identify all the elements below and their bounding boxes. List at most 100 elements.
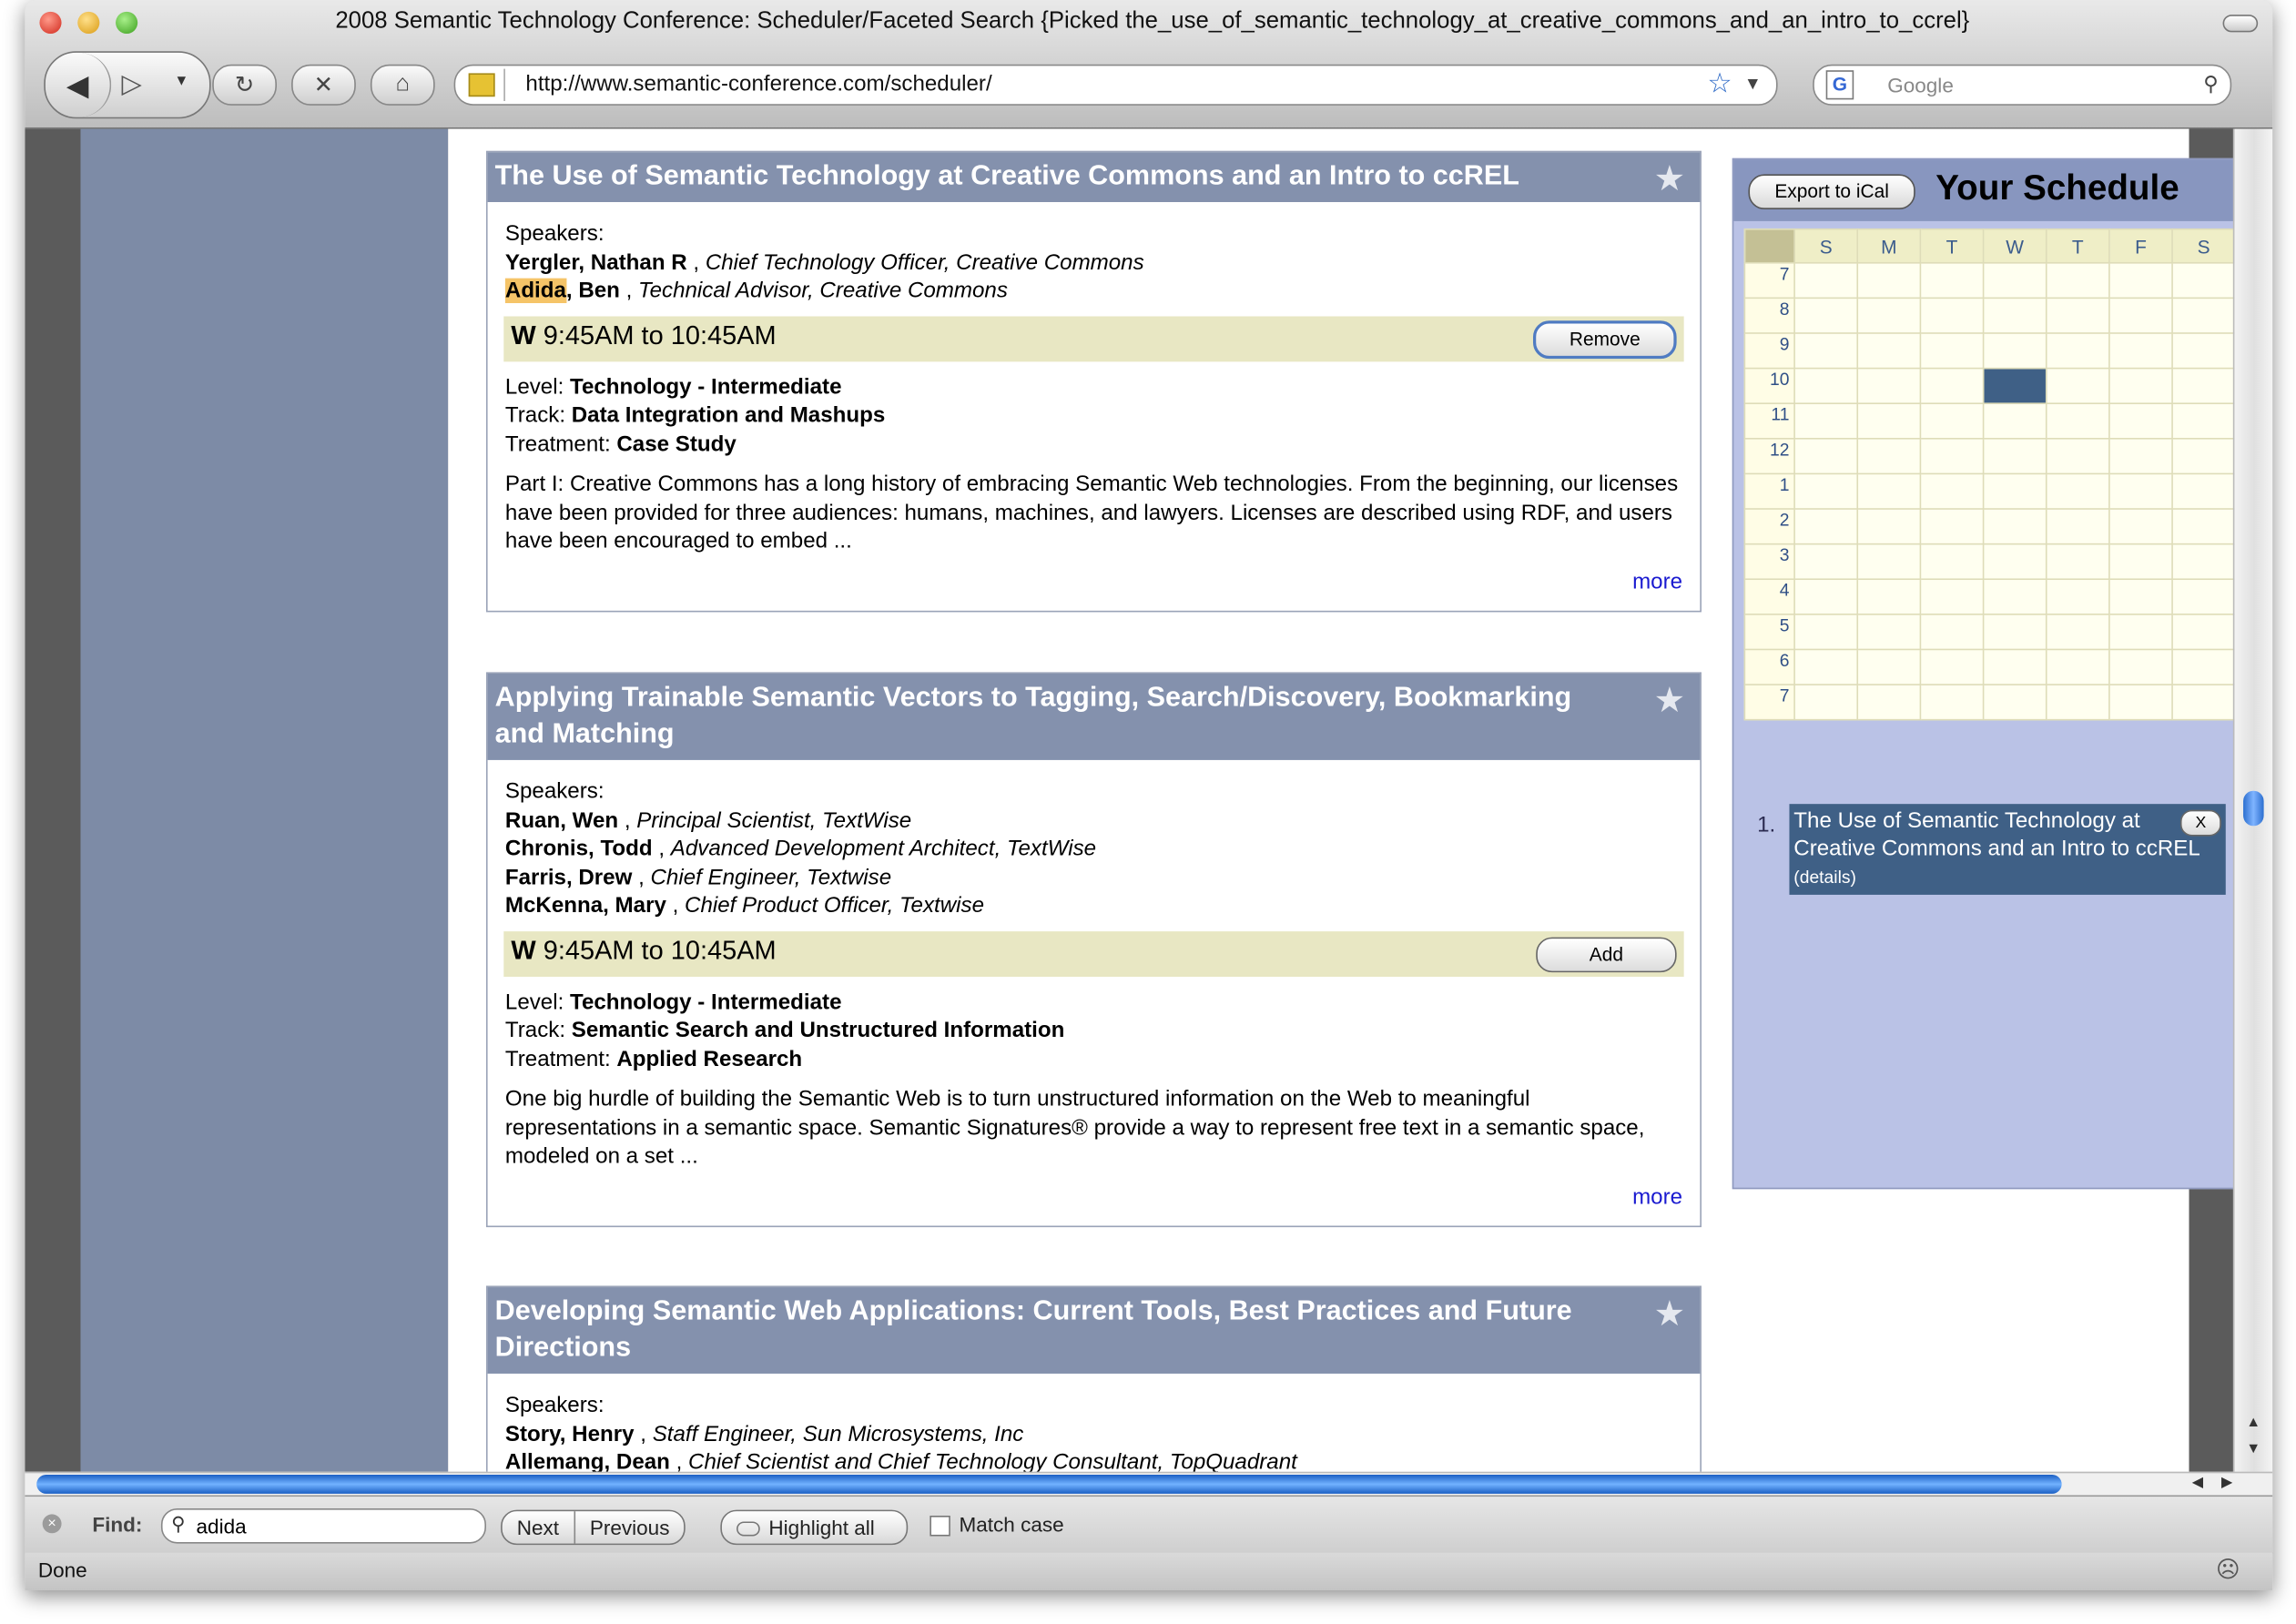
calendar-cell[interactable] (1919, 402, 1985, 440)
calendar-cell[interactable] (1919, 438, 1985, 475)
calendar-cell[interactable] (2108, 578, 2173, 615)
calendar-cell[interactable] (2171, 261, 2237, 299)
calendar-cell[interactable] (2171, 402, 2237, 440)
calendar-cell[interactable] (2171, 578, 2237, 615)
calendar-cell[interactable] (2108, 261, 2173, 299)
calendar-cell[interactable] (1793, 543, 1859, 581)
speaker-name[interactable]: Farris, Drew (505, 865, 632, 889)
vertical-scroll-thumb[interactable] (2243, 790, 2264, 827)
match-case-checkbox[interactable]: Match case (930, 1513, 1064, 1538)
speaker-name[interactable]: McKenna, Mary (505, 893, 666, 918)
calendar-cell[interactable] (1919, 578, 1985, 615)
close-window-button[interactable] (39, 11, 62, 35)
calendar-cell[interactable] (2171, 543, 2237, 581)
calendar-cell[interactable] (1793, 297, 1859, 334)
bookmark-star-icon[interactable]: ☆ (1707, 67, 1732, 101)
calendar-cell[interactable] (1856, 402, 1922, 440)
calendar-cell[interactable] (2045, 543, 2110, 581)
find-input[interactable]: ⚲ adida (160, 1507, 486, 1544)
more-link[interactable]: more (505, 567, 1682, 595)
reload-button[interactable]: ↻ (212, 64, 277, 106)
calendar-cell[interactable] (1982, 297, 2047, 334)
calendar-cell[interactable] (2045, 438, 2110, 475)
scroll-right-arrow-icon[interactable]: ▶ (2221, 1475, 2232, 1491)
calendar-cell[interactable] (1982, 578, 2047, 615)
calendar-cell[interactable] (1919, 614, 1985, 651)
find-query[interactable]: adida (197, 1514, 247, 1538)
calendar-cell[interactable] (2045, 648, 2110, 685)
calendar-cell[interactable] (1919, 472, 1985, 510)
calendar-cell[interactable] (1856, 261, 1922, 299)
calendar-cell[interactable] (1856, 508, 1922, 545)
calendar-cell[interactable] (1793, 614, 1859, 651)
calendar-cell[interactable] (1982, 614, 2047, 651)
find-next-button[interactable]: Next (503, 1511, 574, 1543)
url-text[interactable]: http://www.semantic-conference.com/sched… (525, 72, 991, 96)
forward-button[interactable]: ▷ (121, 69, 141, 100)
calendar-cell[interactable] (2108, 543, 2173, 581)
google-engine-icon[interactable]: G (1825, 70, 1854, 100)
calendar-cell[interactable] (2045, 614, 2110, 651)
calendar-cell[interactable] (1793, 578, 1859, 615)
calendar-cell[interactable] (1856, 332, 1922, 370)
calendar-cell[interactable] (2171, 472, 2237, 510)
calendar-cell[interactable] (1919, 508, 1985, 545)
calendar-cell[interactable] (2171, 332, 2237, 370)
schedule-item-title[interactable]: The Use of Semantic Technology at Creati… (1793, 808, 2199, 861)
speaker-name[interactable]: Ruan, Wen (505, 807, 618, 832)
close-find-bar-icon[interactable]: × (42, 1514, 62, 1534)
calendar-cell[interactable] (2045, 402, 2110, 440)
calendar-cell[interactable] (2108, 508, 2173, 545)
calendar-cell[interactable] (1982, 543, 2047, 581)
calendar-cell[interactable] (2171, 508, 2237, 545)
calendar-cell[interactable] (1982, 438, 2047, 475)
calendar-cell[interactable] (1919, 648, 1985, 685)
calendar-cell[interactable] (1793, 684, 1859, 721)
calendar-cell[interactable] (1793, 402, 1859, 440)
calendar-cell[interactable] (1982, 402, 2047, 440)
calendar-cell[interactable] (1982, 508, 2047, 545)
remove-button[interactable]: Remove (1532, 320, 1677, 359)
calendar-cell[interactable] (1919, 543, 1985, 581)
calendar-cell[interactable] (1856, 614, 1922, 651)
calendar-cell[interactable] (2045, 261, 2110, 299)
calendar-cell[interactable] (2108, 614, 2173, 651)
minimize-window-button[interactable] (77, 11, 100, 35)
calendar-cell[interactable] (1856, 543, 1922, 581)
export-ical-button[interactable]: Export to iCal (1748, 174, 1915, 210)
zoom-window-button[interactable] (116, 11, 138, 35)
horizontal-scroll-thumb[interactable] (36, 1474, 2062, 1494)
session-title-text[interactable]: Developing Semantic Web Applications: Cu… (495, 1296, 1572, 1364)
checkbox-icon[interactable] (930, 1516, 950, 1538)
horizontal-scrollbar[interactable]: ◀ ▶ (25, 1471, 2273, 1496)
address-bar[interactable]: http://www.semantic-conference.com/sched… (453, 64, 1778, 106)
calendar-cell[interactable] (2108, 648, 2173, 685)
favorite-star-icon[interactable]: ★ (1654, 683, 1686, 719)
session-title[interactable]: Applying Trainable Semantic Vectors to T… (487, 674, 1701, 760)
calendar-cell[interactable] (1856, 578, 1922, 615)
calendar-cell[interactable] (2108, 438, 2173, 475)
calendar-cell[interactable] (2108, 297, 2173, 334)
calendar-cell[interactable] (2045, 332, 2110, 370)
calendar-cell[interactable] (1982, 261, 2047, 299)
calendar-cell[interactable] (1919, 367, 1985, 405)
calendar-cell[interactable] (1856, 648, 1922, 685)
calendar-cell[interactable] (1919, 684, 1985, 721)
search-box[interactable]: G Google ⚲ (1813, 64, 2232, 106)
vertical-scrollbar[interactable]: ▲ ▼ (2232, 128, 2273, 1472)
schedule-item[interactable]: The Use of Semantic Technology at Creati… (1789, 804, 2226, 895)
calendar-cell[interactable] (2108, 684, 2173, 721)
calendar-cell[interactable] (1919, 297, 1985, 334)
calendar-cell[interactable] (2171, 297, 2237, 334)
calendar-cell[interactable] (1982, 332, 2047, 370)
speaker-name[interactable]: Adida, Ben (504, 278, 620, 304)
calendar-cell[interactable] (2171, 367, 2237, 405)
calendar-cell[interactable] (1919, 332, 1985, 370)
calendar-cell[interactable] (2171, 614, 2237, 651)
calendar-cell[interactable] (2045, 297, 2110, 334)
calendar-cell[interactable] (1856, 438, 1922, 475)
scroll-down-arrow-icon[interactable]: ▼ (2246, 1441, 2260, 1457)
search-placeholder[interactable]: Google (1887, 73, 1954, 96)
find-previous-button[interactable]: Previous (575, 1511, 685, 1543)
calendar-cell[interactable] (1919, 261, 1985, 299)
